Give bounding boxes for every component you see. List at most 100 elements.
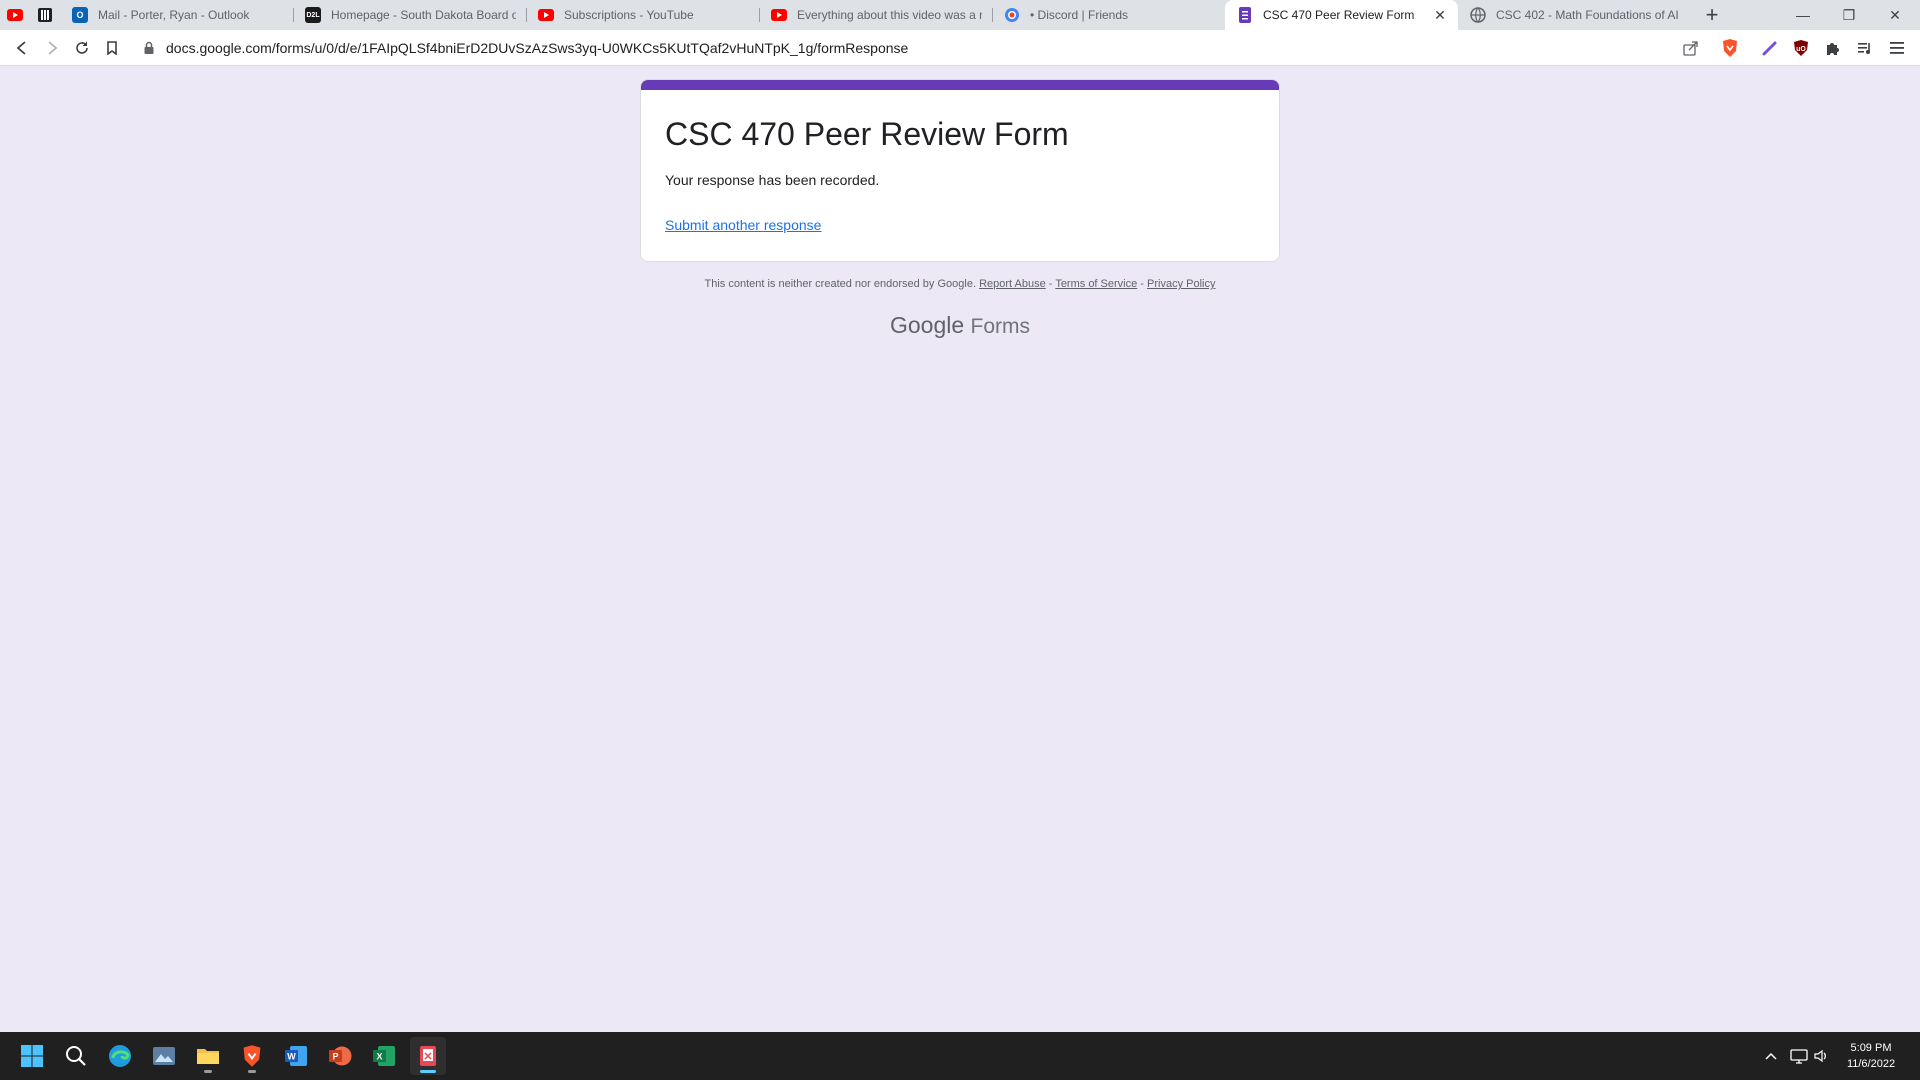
tab-peer-review-form[interactable]: CSC 470 Peer Review Form ✕ [1225, 0, 1458, 30]
pinned-tab-youtube[interactable] [0, 0, 30, 30]
terms-of-service-link[interactable]: Terms of Service [1055, 278, 1137, 290]
shield-icon: uO [1794, 40, 1808, 56]
tab-youtube-video[interactable]: Everything about this video was a mi [759, 0, 992, 30]
extensions-button[interactable] [1818, 33, 1848, 63]
tab-d2l[interactable]: D2L Homepage - South Dakota Board of [293, 0, 526, 30]
new-tab-button[interactable]: + [1697, 0, 1727, 30]
start-button[interactable] [14, 1037, 50, 1075]
tab-title: • Discord | Friends [1030, 8, 1129, 22]
clock-time: 5:09 PM [1850, 1042, 1892, 1054]
tab-title: Mail - Porter, Ryan - Outlook [98, 8, 250, 22]
brave-lion-icon [243, 1045, 261, 1067]
share-button[interactable] [1676, 33, 1706, 63]
forward-arrow-icon [48, 40, 58, 55]
powerpoint-icon: P [329, 1046, 352, 1066]
taskbar-word[interactable]: W [278, 1037, 314, 1075]
running-indicator [248, 1070, 256, 1073]
google-forms-logo[interactable]: Google Forms [640, 312, 1280, 339]
address-bar[interactable]: docs.google.com/forms/u/0/d/e/1FAIpQLSf4… [142, 34, 1690, 62]
privacy-policy-link[interactable]: Privacy Policy [1147, 278, 1215, 290]
pinned-tab-app[interactable] [30, 0, 60, 30]
form-accent-bar [641, 80, 1279, 90]
url-text: docs.google.com/forms/u/0/d/e/1FAIpQLSf4… [166, 40, 909, 56]
menu-button[interactable] [1882, 33, 1912, 63]
svg-text:W: W [287, 1052, 296, 1062]
grid-app-icon [38, 8, 52, 22]
brand-google: Google [889, 312, 965, 338]
svg-text:uO: uO [1796, 46, 1806, 53]
brave-shields-button[interactable] [1715, 33, 1745, 63]
globe-icon [1470, 7, 1486, 23]
youtube-icon [538, 9, 554, 21]
clock-date: 11/6/2022 [1846, 1058, 1896, 1070]
restore-icon[interactable]: ❐ [1826, 0, 1872, 30]
outlook-icon: O [72, 7, 88, 23]
running-indicator [204, 1070, 212, 1073]
network-status[interactable] [1790, 1032, 1808, 1080]
footer-separator: - [1045, 278, 1056, 290]
tab-outlook[interactable]: O Mail - Porter, Ryan - Outlook [60, 0, 293, 30]
response-recorded-message: Your response has been recorded. [665, 172, 880, 188]
taskbar-edge[interactable] [102, 1037, 138, 1075]
back-button[interactable] [7, 33, 37, 63]
form-response-card: CSC 470 Peer Review Form Your response h… [640, 79, 1280, 262]
folder-icon [197, 1049, 219, 1064]
brave-lion-icon [1723, 39, 1737, 57]
chevron-up-icon [1765, 1052, 1777, 1060]
submit-another-response-link[interactable]: Submit another response [665, 217, 821, 233]
tab-discord[interactable]: • Discord | Friends [992, 0, 1225, 30]
show-hidden-icons-button[interactable] [1764, 1032, 1778, 1080]
back-arrow-icon [16, 40, 26, 55]
search-icon [66, 1046, 86, 1066]
photos-icon [153, 1047, 175, 1065]
youtube-icon [771, 9, 787, 21]
minimize-icon[interactable]: — [1780, 0, 1826, 30]
tab-title: CSC 402 - Math Foundations of AI - S [1496, 8, 1681, 22]
extension-pen-button[interactable] [1755, 33, 1785, 63]
tab-title: Everything about this video was a mi [797, 8, 982, 22]
close-icon[interactable]: ✕ [1432, 7, 1448, 23]
taskbar-powerpoint[interactable]: P [322, 1037, 358, 1075]
reload-button[interactable] [67, 33, 97, 63]
share-icon [1683, 41, 1698, 56]
window-close-icon[interactable]: ✕ [1872, 0, 1918, 30]
reload-icon [76, 41, 88, 54]
svg-text:P: P [332, 1052, 338, 1062]
ublock-button[interactable]: uO [1786, 33, 1816, 63]
tab-title: Homepage - South Dakota Board of [331, 8, 516, 22]
footer-disclaimer: This content is neither created nor endo… [704, 278, 977, 290]
word-icon: W [285, 1046, 307, 1066]
taskbar-excel[interactable]: X [366, 1037, 402, 1075]
svg-text:X: X [376, 1052, 382, 1062]
running-indicator [420, 1070, 436, 1073]
snipping-tool-icon [420, 1046, 436, 1066]
tab-title: CSC 470 Peer Review Form [1263, 8, 1415, 22]
system-clock[interactable]: 5:09 PM 11/6/2022 [1836, 1040, 1906, 1072]
forms-icon [1239, 7, 1251, 23]
discord-icon [1005, 8, 1019, 22]
bookmark-button[interactable] [97, 33, 127, 63]
puzzle-icon [1827, 43, 1839, 55]
speaker-icon [1814, 1049, 1826, 1063]
bookmark-icon [107, 40, 117, 55]
report-abuse-link[interactable]: Report Abuse [979, 278, 1046, 290]
media-playlist-button[interactable] [1850, 33, 1880, 63]
youtube-icon [7, 9, 23, 21]
taskbar-photos[interactable] [146, 1037, 182, 1075]
tab-youtube-subscriptions[interactable]: Subscriptions - YouTube [526, 0, 759, 30]
taskbar-brave[interactable] [234, 1037, 270, 1075]
form-footer: This content is neither created nor endo… [640, 278, 1280, 290]
footer-separator: - [1137, 278, 1148, 290]
playlist-icon [1858, 43, 1870, 54]
tab-csc402[interactable]: CSC 402 - Math Foundations of AI - S [1458, 0, 1691, 30]
taskbar-search-button[interactable] [58, 1037, 94, 1075]
tab-strip: O Mail - Porter, Ryan - Outlook D2L Home… [0, 0, 1920, 30]
tab-title: Subscriptions - YouTube [564, 8, 694, 22]
taskbar-snipping-tool[interactable] [410, 1037, 446, 1075]
brand-forms: Forms [970, 315, 1031, 338]
forward-button[interactable] [37, 33, 67, 63]
taskbar-file-explorer[interactable] [190, 1037, 226, 1075]
d2l-icon: D2L [305, 7, 321, 23]
volume-control[interactable] [1814, 1032, 1830, 1080]
hamburger-menu-icon [1890, 42, 1904, 54]
